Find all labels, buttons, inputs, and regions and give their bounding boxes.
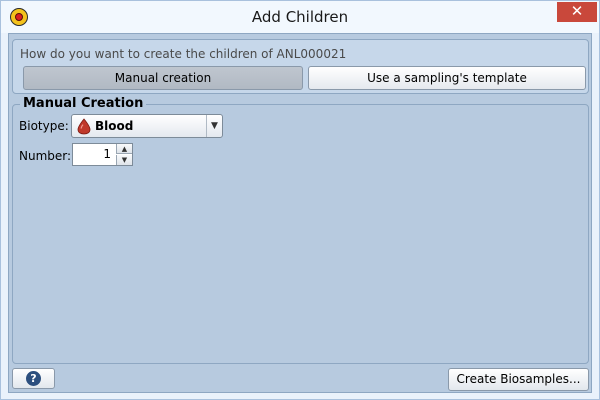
biotype-select[interactable]: Blood ▼ (71, 114, 223, 138)
number-value[interactable]: 1 (73, 147, 111, 161)
manual-creation-button[interactable]: Manual creation (23, 66, 303, 90)
add-children-window: Add Children ✕ How do you want to create… (0, 0, 600, 400)
sampling-template-button[interactable]: Use a sampling's template (308, 66, 586, 90)
creation-question: How do you want to create the children o… (20, 47, 347, 61)
biotype-label: Biotype: (19, 119, 69, 133)
create-biosamples-button[interactable]: Create Biosamples... (448, 368, 589, 391)
number-label: Number: (19, 149, 72, 163)
close-icon: ✕ (570, 2, 584, 20)
biotype-value: Blood (95, 119, 134, 133)
help-button[interactable]: ? (12, 368, 55, 389)
spin-up-icon[interactable]: ▲ (116, 144, 132, 154)
manual-creation-group: Manual Creation Biotype: Blood ▼ Number:… (12, 96, 589, 364)
help-icon: ? (26, 371, 41, 386)
group-title: Manual Creation (20, 96, 147, 111)
dialog-content: How do you want to create the children o… (8, 33, 592, 393)
blood-drop-icon (77, 118, 91, 135)
title-bar: Add Children ✕ (1, 1, 599, 33)
window-title: Add Children (251, 8, 349, 26)
spin-down-icon[interactable]: ▼ (116, 155, 132, 165)
number-stepper[interactable]: 1 ▲ ▼ (72, 143, 133, 166)
creation-mode-panel: How do you want to create the children o… (12, 39, 589, 94)
chevron-down-icon[interactable]: ▼ (206, 115, 222, 137)
close-button[interactable]: ✕ (557, 2, 597, 22)
